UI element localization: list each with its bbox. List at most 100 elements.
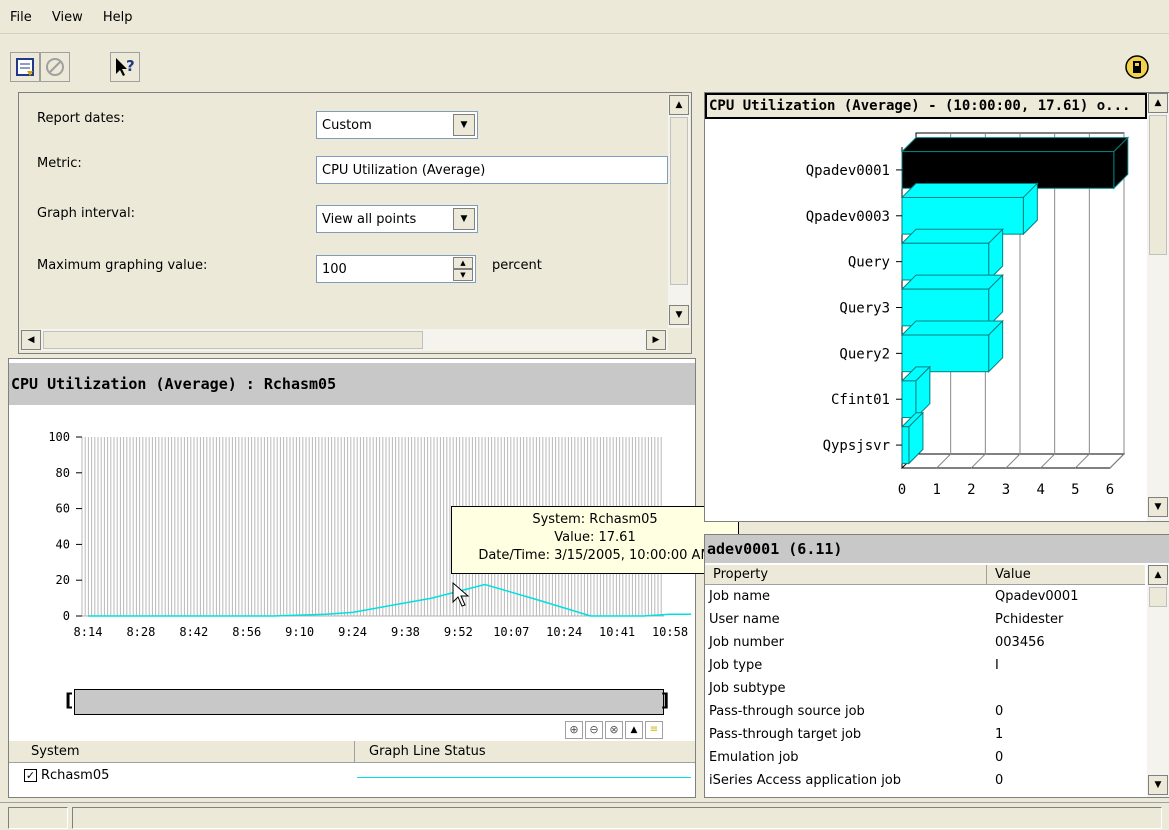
scroll-right-icon[interactable]: ▶ bbox=[646, 330, 666, 350]
property-name: User name bbox=[709, 612, 780, 627]
scroll-thumb[interactable] bbox=[1149, 587, 1167, 607]
col-graph-status[interactable]: Graph Line Status bbox=[355, 741, 695, 763]
stop-icon bbox=[46, 58, 64, 76]
detail-title: adev0001 (6.11) bbox=[705, 535, 1169, 563]
x-tick-label: 9:10 bbox=[285, 625, 314, 639]
bar-chart-title: CPU Utilization (Average) - (10:00:00, 1… bbox=[705, 93, 1147, 119]
metric-field[interactable]: CPU Utilization (Average) bbox=[316, 156, 668, 184]
table-row[interactable]: Emulation job 0 bbox=[705, 748, 1145, 768]
legend-toggle-icon[interactable]: ≡ bbox=[645, 721, 663, 739]
range-right-handle[interactable]: ] bbox=[661, 690, 673, 714]
series-swatch bbox=[357, 777, 691, 778]
col-system[interactable]: System bbox=[9, 741, 355, 763]
options-vscrollbar[interactable]: ▲ ▼ bbox=[668, 95, 690, 328]
bar[interactable] bbox=[900, 273, 1004, 328]
chevron-down-icon[interactable]: ▼ bbox=[453, 208, 475, 230]
property-value: 1 bbox=[995, 727, 1004, 742]
property-value: 0 bbox=[995, 750, 1004, 765]
x-tick-label: 2 bbox=[967, 482, 975, 498]
table-row[interactable]: iSeries Access application job 0 bbox=[705, 771, 1145, 791]
properties-button[interactable] bbox=[10, 52, 40, 82]
checkbox[interactable]: ✓ bbox=[24, 769, 37, 782]
svg-text:?: ? bbox=[126, 57, 135, 75]
scroll-down-icon[interactable]: ▼ bbox=[669, 305, 689, 325]
scroll-thumb[interactable] bbox=[1149, 115, 1167, 255]
x-tick-label: 10:24 bbox=[546, 625, 582, 639]
category-label: Cfint01 bbox=[831, 392, 890, 408]
property-value: I bbox=[995, 658, 999, 673]
table-row[interactable]: Job name Qpadev0001 bbox=[705, 587, 1145, 607]
metric-label: Metric: bbox=[37, 156, 82, 171]
property-value: Pchidester bbox=[995, 612, 1064, 627]
max-value: 100 bbox=[322, 262, 347, 277]
table-row[interactable]: ✓ Rchasm05 bbox=[9, 765, 695, 787]
scroll-down-icon[interactable]: ▼ bbox=[1148, 775, 1168, 795]
scroll-up-icon[interactable]: ▲ bbox=[669, 95, 689, 115]
report-dates-select[interactable]: Custom ▼ bbox=[316, 111, 478, 139]
zoom-reset-icon[interactable]: ⊗ bbox=[605, 721, 623, 739]
table-row[interactable]: Job number 003456 bbox=[705, 633, 1145, 653]
bar-chart: Qpadev0001 Qpadev0003 Query Query3 Query2 Cfi… bbox=[806, 132, 1130, 498]
spin-down-icon[interactable]: ▼ bbox=[453, 269, 473, 281]
menu-view[interactable]: View bbox=[42, 0, 89, 25]
x-tick-label: 8:56 bbox=[232, 625, 261, 639]
graph-interval-select[interactable]: View all points ▼ bbox=[316, 205, 478, 233]
property-value: 0 bbox=[995, 704, 1004, 719]
whats-this-button[interactable]: ? bbox=[110, 52, 140, 82]
table-row[interactable]: Job type I bbox=[705, 656, 1145, 676]
graph-interval-value: View all points bbox=[322, 212, 417, 227]
bar[interactable] bbox=[900, 228, 1004, 282]
status-cell bbox=[72, 807, 1162, 829]
x-tick-label: 4 bbox=[1036, 482, 1044, 498]
col-value[interactable]: Value bbox=[987, 565, 1145, 585]
x-tick-label: 0 bbox=[898, 482, 906, 498]
bar-vscrollbar[interactable]: ▲ ▼ bbox=[1147, 93, 1169, 521]
options-hscrollbar[interactable]: ◀ ▶ bbox=[21, 329, 668, 351]
category-label: Qpadev0001 bbox=[806, 163, 890, 179]
chevron-down-icon[interactable]: ▼ bbox=[453, 114, 475, 136]
toolbar: ? bbox=[0, 44, 1169, 90]
y-tick-label: 40 bbox=[56, 537, 70, 551]
range-slider[interactable]: [ ] bbox=[65, 689, 669, 715]
property-name: iSeries Access application job bbox=[709, 773, 902, 788]
detail-vscrollbar[interactable]: ▲ ▼ bbox=[1147, 565, 1169, 797]
scroll-down-icon[interactable]: ▼ bbox=[1148, 497, 1168, 517]
max-value-spinner[interactable]: 100 ▲ ▼ bbox=[316, 255, 476, 283]
category-label: Qypsjsvr bbox=[823, 438, 890, 454]
category-label: Query2 bbox=[839, 346, 890, 362]
scroll-up-icon[interactable]: ▲ bbox=[1148, 565, 1168, 585]
y-tick-label: 0 bbox=[63, 609, 70, 623]
options-panel: Report dates: Custom ▼ Metric: CPU Utili… bbox=[18, 92, 692, 354]
property-name: Pass-through target job bbox=[709, 727, 862, 742]
graph-interval-label: Graph interval: bbox=[37, 206, 135, 221]
menu-help[interactable]: Help bbox=[93, 0, 139, 25]
scroll-up-icon[interactable]: ▲ bbox=[1148, 93, 1168, 113]
bar[interactable] bbox=[900, 182, 1039, 236]
spin-up-icon[interactable]: ▲ bbox=[453, 257, 473, 269]
stop-button[interactable] bbox=[40, 52, 70, 82]
y-tick-label: 80 bbox=[56, 466, 70, 480]
collapse-up-icon[interactable]: ▲ bbox=[625, 721, 643, 739]
property-value: 0 bbox=[995, 773, 1004, 788]
bar[interactable] bbox=[900, 319, 1004, 373]
max-value-label: Maximum graphing value: bbox=[37, 258, 208, 273]
scroll-thumb[interactable] bbox=[670, 117, 688, 285]
metric-value: CPU Utilization (Average) bbox=[322, 163, 486, 178]
zoom-in-icon[interactable]: ⊕ bbox=[565, 721, 583, 739]
tooltip-system: System: Rchasm05 bbox=[532, 512, 658, 527]
system-table-header: System Graph Line Status bbox=[9, 741, 695, 763]
col-property[interactable]: Property bbox=[705, 565, 987, 585]
zoom-out-icon[interactable]: ⊖ bbox=[585, 721, 603, 739]
scroll-left-icon[interactable]: ◀ bbox=[21, 330, 41, 350]
y-tick-label: 20 bbox=[56, 573, 70, 587]
bar[interactable] bbox=[900, 136, 1130, 190]
x-tick-label: 8:28 bbox=[126, 625, 155, 639]
range-left-handle[interactable]: [ bbox=[65, 690, 77, 714]
table-row[interactable]: Job subtype bbox=[705, 679, 1145, 699]
menu-file[interactable]: File bbox=[0, 0, 38, 25]
table-row[interactable]: Pass-through source job 0 bbox=[705, 702, 1145, 722]
scroll-thumb[interactable] bbox=[43, 331, 423, 349]
table-row[interactable]: User name Pchidester bbox=[705, 610, 1145, 630]
table-row[interactable]: Pass-through target job 1 bbox=[705, 725, 1145, 745]
x-tick-label: 9:52 bbox=[444, 625, 473, 639]
